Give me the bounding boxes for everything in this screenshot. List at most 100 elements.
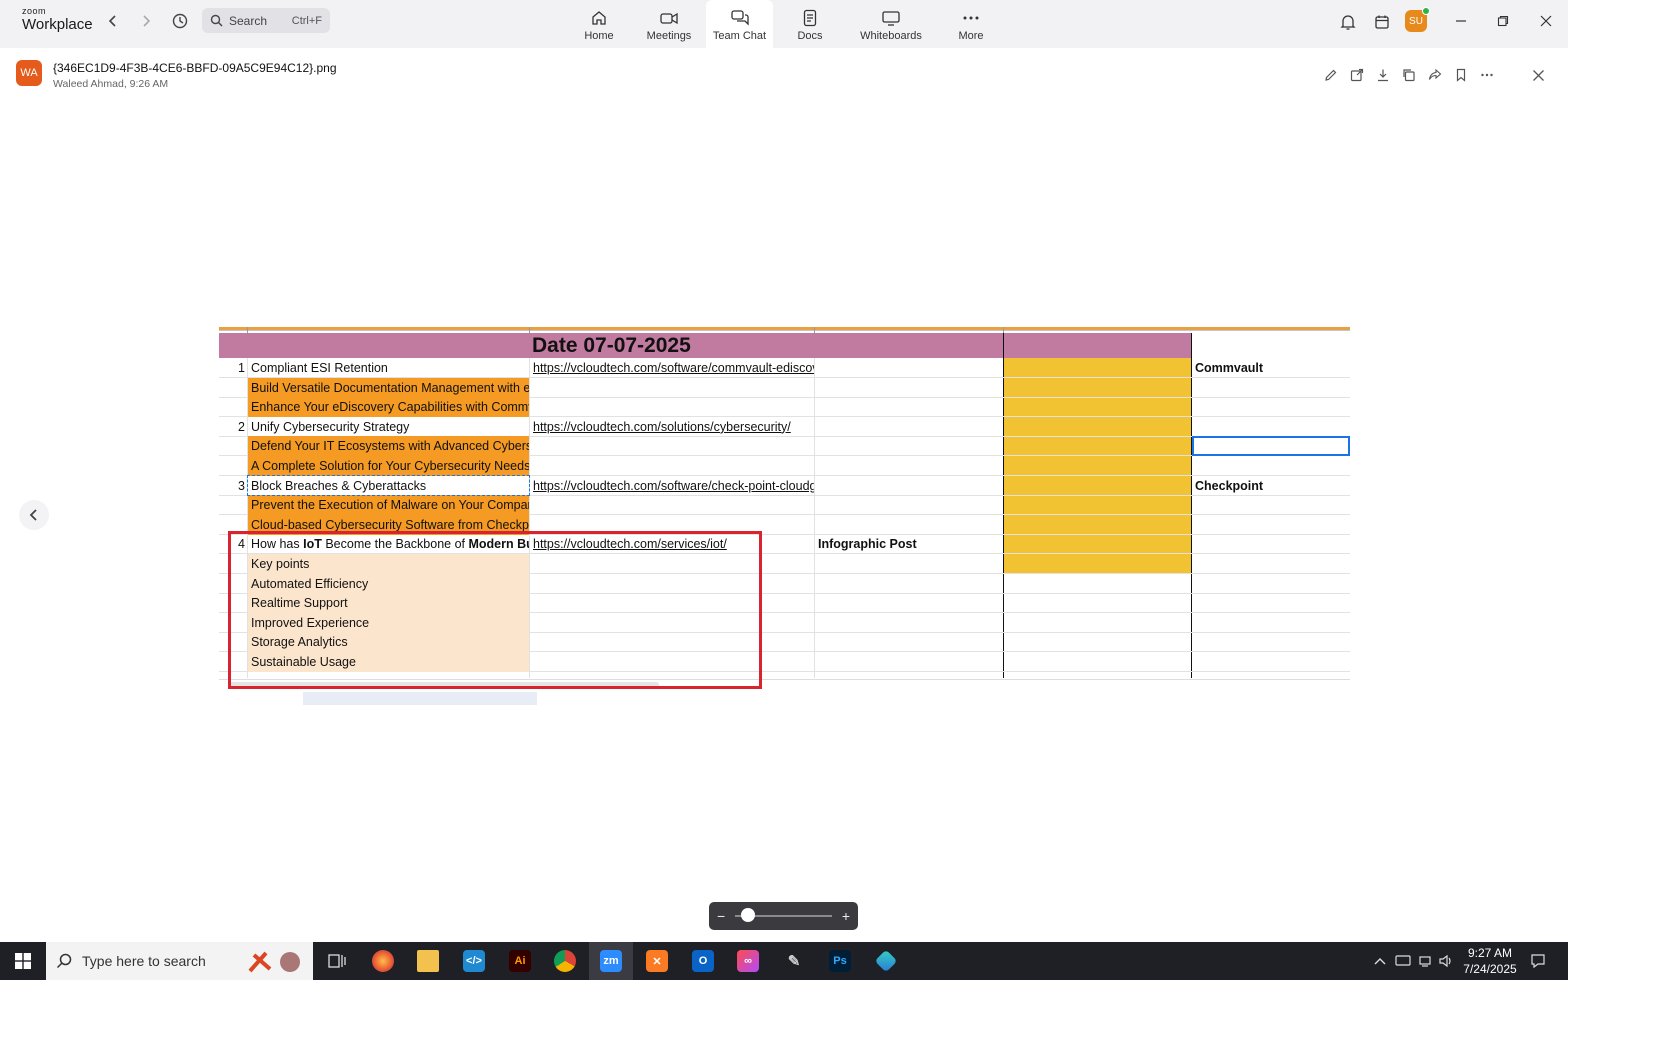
title-cell[interactable]: A Complete Solution for Your Cybersecuri… xyxy=(248,456,529,476)
edit-button[interactable] xyxy=(1322,66,1340,84)
taskbar-pen-tool[interactable]: ✎ xyxy=(772,942,816,980)
history-button[interactable] xyxy=(168,10,192,32)
minimize-button[interactable] xyxy=(1452,12,1470,30)
title-cell[interactable]: Defend Your IT Ecosystems with Advanced … xyxy=(248,436,529,457)
url-cell[interactable]: https://vcloudtech.com/software/check-po… xyxy=(530,476,814,496)
previous-image-button[interactable] xyxy=(19,500,49,530)
tab-home[interactable]: Home xyxy=(574,0,624,48)
taskbar-chrome[interactable] xyxy=(543,942,587,980)
tab-meetings[interactable]: Meetings xyxy=(639,0,699,48)
search-icon xyxy=(210,14,223,27)
title-cell[interactable]: Enhance Your eDiscovery Capabilities wit… xyxy=(248,397,529,418)
taskbar-illustrator[interactable]: Ai xyxy=(498,942,542,980)
more-options-button[interactable] xyxy=(1478,66,1496,84)
zoom-icon: zm xyxy=(600,950,622,972)
tab-more-label: More xyxy=(958,30,984,42)
external-link-icon xyxy=(1350,68,1364,82)
search-input[interactable]: Search Ctrl+F xyxy=(202,8,330,33)
download-icon xyxy=(1378,69,1388,82)
close-window-button[interactable] xyxy=(1537,12,1555,30)
tab-team-chat-label: Team Chat xyxy=(712,30,767,42)
close-viewer-button[interactable] xyxy=(1529,66,1547,84)
zoom-in-button[interactable]: + xyxy=(842,908,850,924)
home-icon xyxy=(592,11,606,25)
calendar-icon xyxy=(1375,15,1389,29)
network-button[interactable] xyxy=(1415,942,1435,980)
chevron-up-icon xyxy=(1374,958,1386,965)
row-number: 3 xyxy=(238,478,245,493)
restore-button[interactable] xyxy=(1494,12,1512,30)
bookmark-button[interactable] xyxy=(1452,66,1470,84)
taskbar-file-explorer[interactable] xyxy=(406,942,450,980)
bell-icon xyxy=(1340,14,1356,30)
network-icon xyxy=(1419,956,1431,967)
file-meta: Waleed Ahmad, 9:26 AM xyxy=(53,78,169,90)
brand-cell[interactable]: Commvault xyxy=(1192,358,1350,378)
notification-center-button[interactable] xyxy=(1526,942,1550,980)
share-button[interactable] xyxy=(1426,66,1444,84)
back-button[interactable] xyxy=(101,10,125,32)
title-cell[interactable]: Unify Cybersecurity Strategy xyxy=(248,417,529,437)
url-cell[interactable]: https://vcloudtech.com/software/commvaul… xyxy=(530,358,814,378)
sheet-tab-strip xyxy=(303,692,537,705)
taskbar-xampp[interactable]: ✕ xyxy=(635,942,679,980)
zoom-slider-knob[interactable] xyxy=(740,908,755,922)
title-cell[interactable]: Prevent the Execution of Malware on Your… xyxy=(248,495,529,516)
taskbar-zoom[interactable]: zm xyxy=(589,942,633,980)
logo-small-text: zoom xyxy=(22,6,47,16)
restore-icon xyxy=(1497,15,1509,27)
tab-team-chat[interactable]: Team Chat xyxy=(706,0,773,48)
minimize-icon xyxy=(1456,20,1466,22)
sender-avatar: WA xyxy=(16,60,42,86)
task-view-button[interactable] xyxy=(315,942,359,980)
taskbar-clock[interactable]: 9:27 AM 7/24/2025 xyxy=(1457,945,1523,977)
save-to-cloud-button[interactable] xyxy=(1400,66,1418,84)
windows-taskbar: Type here to search </> Ai zm ✕ O ∞ ✎ Ps xyxy=(0,942,1568,980)
share-icon xyxy=(1428,68,1442,80)
volume-button[interactable] xyxy=(1436,942,1456,980)
title-cell[interactable]: Compliant ESI Retention xyxy=(248,358,529,378)
user-avatar[interactable]: SU xyxy=(1405,7,1430,32)
zoom-out-button[interactable]: − xyxy=(717,908,725,924)
show-hidden-icons-button[interactable] xyxy=(1370,942,1390,980)
taskbar-outlook[interactable]: O xyxy=(681,942,725,980)
date-title: Date 07-07-2025 xyxy=(532,334,691,357)
xampp-icon: ✕ xyxy=(646,950,668,972)
taskbar-firefox[interactable] xyxy=(361,942,405,980)
taskbar-photoshop[interactable]: Ps xyxy=(818,942,862,980)
chat-icon xyxy=(730,10,749,26)
title-cell[interactable]: Build Versatile Documentation Management… xyxy=(248,377,529,398)
tab-meetings-label: Meetings xyxy=(646,30,692,42)
content-type-cell[interactable]: Infographic Post xyxy=(815,534,1003,554)
download-button[interactable] xyxy=(1374,66,1392,84)
speaker-icon xyxy=(1439,954,1451,968)
taskbar-search-placeholder: Type here to search xyxy=(82,953,206,969)
open-external-button[interactable] xyxy=(1348,66,1366,84)
tab-whiteboards[interactable]: Whiteboards xyxy=(853,0,929,48)
search-shortcut: Ctrl+F xyxy=(291,14,322,27)
photoshop-icon: Ps xyxy=(829,950,851,972)
url-cell[interactable]: https://vcloudtech.com/solutions/cyberse… xyxy=(530,417,814,437)
user-initials: SU xyxy=(1409,15,1423,27)
search-icon xyxy=(56,953,72,969)
zoom-workplace-logo[interactable]: zoom Workplace xyxy=(22,6,102,36)
taskbar-vscode[interactable]: </> xyxy=(452,942,496,980)
vscode-icon: </> xyxy=(463,950,485,972)
brand-cell[interactable]: Checkpoint xyxy=(1192,476,1350,496)
zoom-slider[interactable] xyxy=(735,908,832,922)
chevron-left-icon xyxy=(29,509,37,521)
forward-button[interactable] xyxy=(134,10,158,32)
tab-more[interactable]: More xyxy=(950,0,992,48)
logo-big-text: Workplace xyxy=(22,16,93,33)
taskbar-app[interactable] xyxy=(864,942,908,980)
notifications-button[interactable] xyxy=(1338,12,1358,32)
taskbar-search-input[interactable]: Type here to search xyxy=(46,942,313,980)
taskbar-creative-cloud[interactable]: ∞ xyxy=(726,942,770,980)
zoom-workplace-window: zoom Workplace Search Ctrl+F Home Meetin… xyxy=(0,0,1568,980)
start-button[interactable] xyxy=(0,942,45,980)
search-placeholder: Search xyxy=(229,13,268,28)
tray-device-button[interactable] xyxy=(1393,942,1413,980)
tab-docs[interactable]: Docs xyxy=(789,0,831,48)
calendar-button[interactable] xyxy=(1372,12,1392,32)
pencil-icon xyxy=(1325,69,1337,81)
